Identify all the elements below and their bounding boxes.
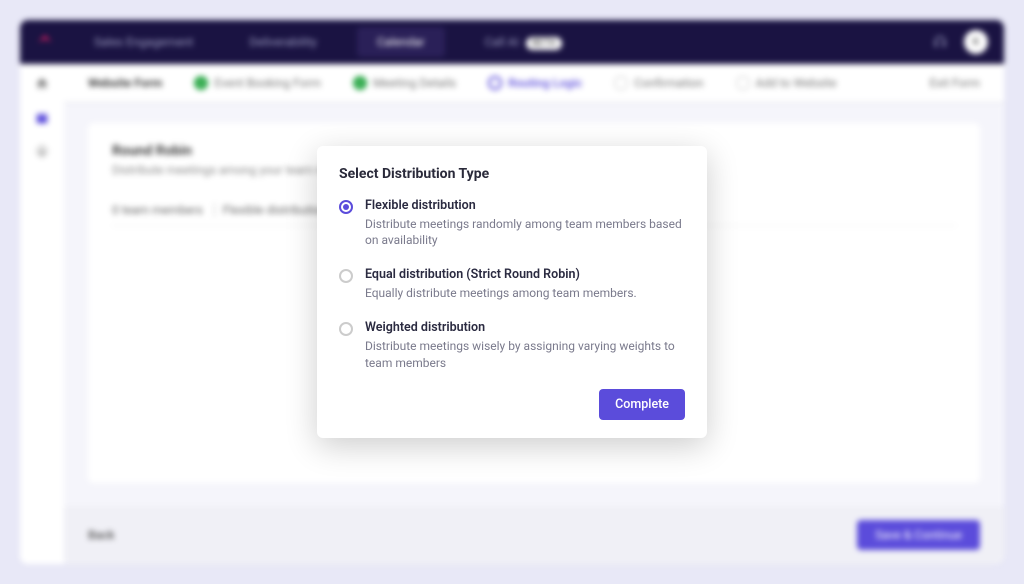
- option-label: Weighted distribution: [365, 320, 685, 335]
- option-label: Flexible distribution: [365, 198, 685, 213]
- radio-icon: [339, 322, 353, 336]
- option-desc: Distribute meetings randomly among team …: [365, 216, 685, 250]
- radio-icon: [339, 269, 353, 283]
- option-desc: Equally distribute meetings among team m…: [365, 285, 637, 302]
- modal-overlay: Select Distribution Type Flexible distri…: [0, 0, 1024, 584]
- modal-title: Select Distribution Type: [339, 166, 685, 182]
- distribution-modal: Select Distribution Type Flexible distri…: [317, 146, 707, 439]
- option-desc: Distribute meetings wisely by assigning …: [365, 338, 685, 372]
- radio-icon: [339, 200, 353, 214]
- option-label: Equal distribution (Strict Round Robin): [365, 267, 637, 282]
- option-equal[interactable]: Equal distribution (Strict Round Robin) …: [339, 267, 685, 302]
- modal-footer: Complete: [339, 389, 685, 420]
- option-flexible[interactable]: Flexible distribution Distribute meeting…: [339, 198, 685, 250]
- option-weighted[interactable]: Weighted distribution Distribute meeting…: [339, 320, 685, 372]
- complete-button[interactable]: Complete: [599, 389, 685, 420]
